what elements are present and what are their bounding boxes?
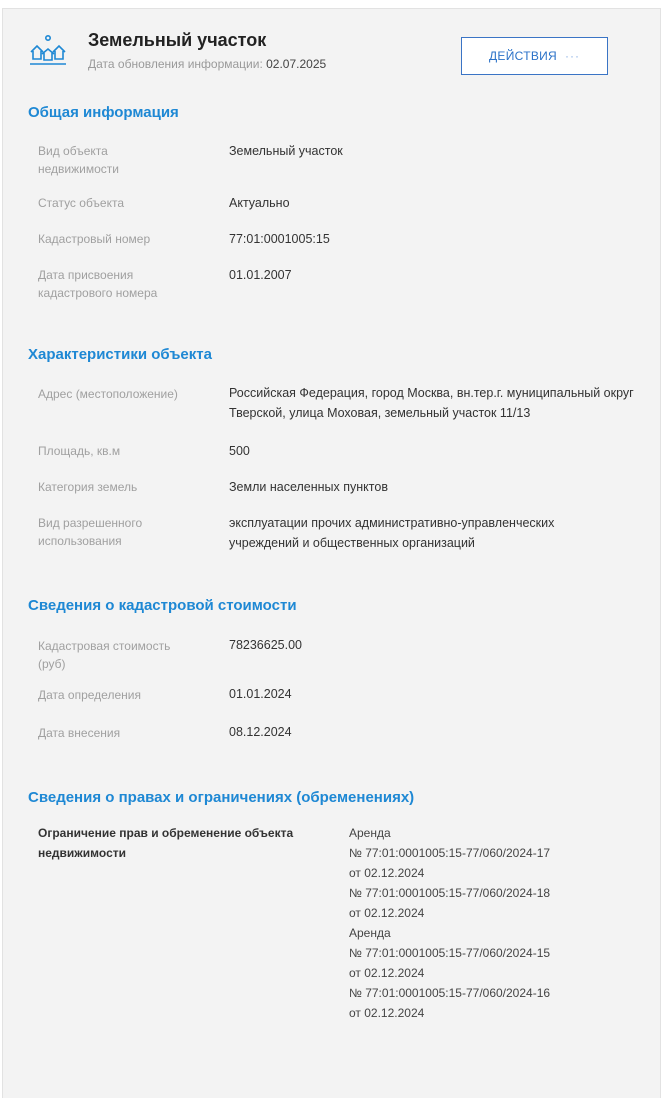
value-determination-date: 01.01.2024	[229, 687, 292, 701]
rights-list: Аренда № 77:01:0001005:15-77/060/2024-17…	[349, 823, 649, 1023]
value-land-category: Земли населенных пунктов	[229, 480, 388, 494]
section-title-rights: Сведения о правах и ограничениях (обреме…	[28, 789, 415, 806]
section-title-cadastral-value: Сведения о кадастровой стоимости	[28, 597, 297, 614]
update-date-label: Дата обновления информации:	[88, 57, 263, 71]
label-entry-date: Дата внесения	[38, 726, 121, 740]
section-title-general: Общая информация	[28, 104, 179, 121]
rights-entry-date: от 02.12.2024	[349, 866, 425, 880]
label-cadastral-value: Кадастровая стоимость (руб)	[38, 639, 171, 671]
land-plot-icon	[30, 34, 66, 65]
rights-entry-date: от 02.12.2024	[349, 966, 425, 980]
label-area: Площадь, кв.м	[38, 444, 121, 458]
value-object-type: Земельный участок	[229, 144, 343, 158]
page-title: Земельный участок	[88, 30, 267, 50]
rights-entry-number: № 77:01:0001005:15-77/060/2024-16	[349, 986, 551, 1000]
value-cadastral-number: 77:01:0001005:15	[229, 232, 330, 246]
label-determination-date: Дата определения	[38, 688, 141, 702]
label-address: Адрес (местоположение)	[38, 387, 178, 401]
value-entry-date: 08.12.2024	[229, 725, 292, 739]
value-permitted-use: эксплуатации прочих административно-упра…	[229, 516, 555, 550]
label-permitted-use: Вид разрешенного использования	[38, 516, 143, 548]
rights-entry-date: от 02.12.2024	[349, 1006, 425, 1020]
actions-button-label: ДЕЙСТВИЯ	[488, 49, 558, 63]
more-dots-icon: ···	[565, 49, 581, 63]
label-land-category: Категория земель	[38, 480, 138, 494]
rights-entry-number: № 77:01:0001005:15-77/060/2024-18	[349, 886, 551, 900]
value-address: Российская Федерация, город Москва, вн.т…	[229, 386, 634, 420]
rights-entry: Аренда № 77:01:0001005:15-77/060/2024-17…	[349, 823, 649, 883]
rights-entry-date: от 02.12.2024	[349, 906, 425, 920]
section-title-characteristics: Характеристики объекта	[28, 346, 212, 363]
rights-entry-type: Аренда	[349, 826, 391, 840]
value-cadastral-number-date: 01.01.2007	[229, 268, 292, 282]
rights-entry: № 77:01:0001005:15-77/060/2024-18 от 02.…	[349, 883, 649, 923]
value-cadastral-value: 78236625.00	[229, 638, 302, 652]
rights-entry-number: № 77:01:0001005:15-77/060/2024-17	[349, 846, 551, 860]
value-area: 500	[229, 444, 250, 458]
actions-button[interactable]: ДЕЙСТВИЯ ···	[461, 37, 608, 75]
rights-entry: № 77:01:0001005:15-77/060/2024-16 от 02.…	[349, 983, 649, 1023]
value-object-status: Актуально	[229, 196, 290, 210]
rights-entry-type: Аренда	[349, 926, 391, 940]
rights-label: Ограничение прав и обременение объекта н…	[38, 826, 294, 860]
label-cadastral-number-date: Дата присвоения кадастрового номера	[38, 268, 158, 300]
label-object-type: Вид объекта недвижимости	[38, 144, 119, 176]
rights-entry: Аренда № 77:01:0001005:15-77/060/2024-15…	[349, 923, 649, 983]
label-object-status: Статус объекта	[38, 196, 125, 210]
rights-entry-number: № 77:01:0001005:15-77/060/2024-15	[349, 946, 551, 960]
update-date-value: 02.07.2025	[266, 57, 327, 71]
label-cadastral-number: Кадастровый номер	[38, 232, 151, 246]
update-date: Дата обновления информации: 02.07.2025	[88, 57, 326, 71]
